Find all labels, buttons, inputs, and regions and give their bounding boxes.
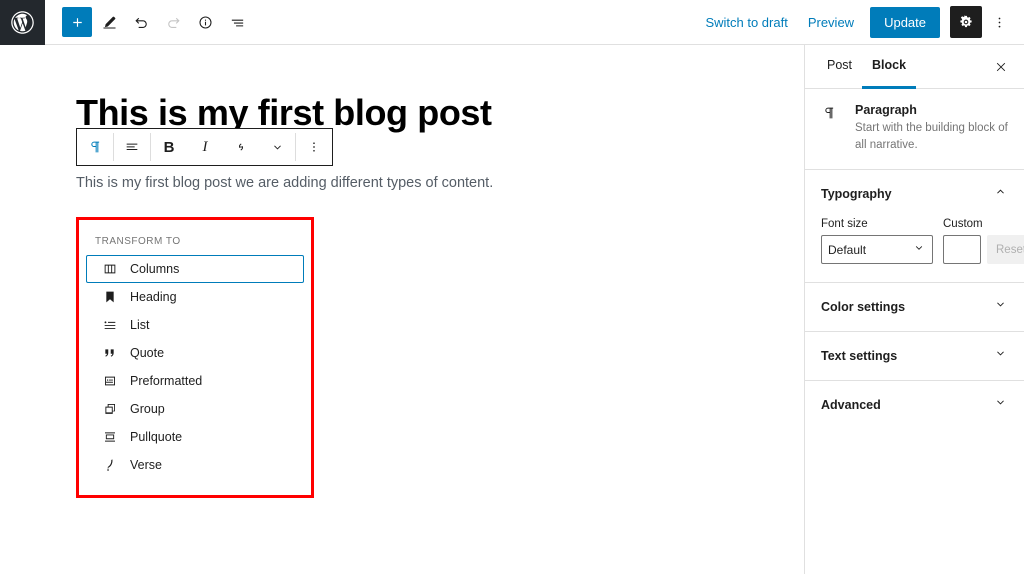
typography-panel-header[interactable]: Typography <box>805 170 1024 218</box>
close-icon[interactable] <box>990 56 1012 78</box>
wordpress-block-editor: Switch to draft Preview Update This is m… <box>0 0 1024 574</box>
editor-canvas: This is my first blog post This is my fi… <box>0 45 804 574</box>
chevron-down-icon <box>993 297 1008 317</box>
transform-item-group[interactable]: Group <box>86 395 304 423</box>
block-name: Paragraph <box>855 103 917 117</box>
wordpress-logo-icon[interactable] <box>0 0 45 45</box>
group-stack-icon <box>101 400 119 418</box>
transform-item-label: List <box>130 318 150 332</box>
bold-icon: B <box>163 138 175 156</box>
settings-sidebar: Post Block Paragraph Start with the buil… <box>804 45 1024 574</box>
chevron-down-icon <box>993 395 1008 415</box>
transform-item-pullquote[interactable]: Pullquote <box>86 423 304 451</box>
transform-item-label: Pullquote <box>130 430 183 444</box>
gear-icon[interactable] <box>950 6 982 38</box>
block-type-button[interactable] <box>77 129 113 165</box>
bold-button[interactable]: B <box>151 129 187 165</box>
block-description: Start with the building block of all nar… <box>855 122 1008 151</box>
tab-post[interactable]: Post <box>817 45 862 89</box>
transform-item-heading[interactable]: Heading <box>86 283 304 311</box>
typography-panel-body: Font size Default Custom Reset <box>805 218 1024 282</box>
advanced-panel-header[interactable]: Advanced <box>805 381 1024 429</box>
preview-button[interactable]: Preview <box>798 9 864 36</box>
heading-bookmark-icon <box>101 288 119 306</box>
block-options-button[interactable] <box>296 129 332 165</box>
reset-button[interactable]: Reset <box>987 235 1024 265</box>
paragraph-block[interactable]: This is my first blog post we are adding… <box>76 172 701 195</box>
typography-panel: Typography Font size Default Custom Rese… <box>805 170 1024 282</box>
add-block-button[interactable] <box>62 7 92 37</box>
sidebar-tabs: Post Block <box>805 45 1024 89</box>
panel-title: Typography <box>821 187 892 202</box>
paragraph-pilcrow-icon <box>821 103 843 153</box>
transform-item-label: Heading <box>130 290 177 304</box>
chevron-down-icon <box>912 241 926 258</box>
editor-top-bar: Switch to draft Preview Update <box>0 0 1024 45</box>
verse-quill-icon <box>101 456 119 474</box>
transform-item-verse[interactable]: Verse <box>86 451 304 479</box>
transform-to-dropdown: TRANSFORM TO Columns Heading List Quote … <box>79 220 311 495</box>
edit-mode-button[interactable] <box>94 7 124 37</box>
transform-item-list[interactable]: List <box>86 311 304 339</box>
list-view-button[interactable] <box>222 7 252 37</box>
panel-title: Text settings <box>821 349 898 364</box>
chevron-down-icon <box>993 346 1008 366</box>
custom-font-size-input[interactable] <box>943 235 981 265</box>
text-settings-panel-header[interactable]: Text settings <box>805 332 1024 380</box>
font-size-value: Default <box>828 242 867 257</box>
update-button[interactable]: Update <box>870 6 940 38</box>
kebab-menu-icon[interactable] <box>984 6 1014 38</box>
transform-to-label: TRANSFORM TO <box>95 236 181 247</box>
columns-icon <box>101 260 119 278</box>
link-button[interactable] <box>223 129 259 165</box>
switch-to-draft-button[interactable]: Switch to draft <box>695 9 797 36</box>
block-toolbar: B I <box>76 128 333 166</box>
transform-item-label: Group <box>130 402 165 416</box>
align-button[interactable] <box>114 129 150 165</box>
undo-button[interactable] <box>126 7 156 37</box>
list-icon <box>101 316 119 334</box>
top-bar-left-tools <box>45 7 252 37</box>
color-settings-panel-header[interactable]: Color settings <box>805 283 1024 331</box>
custom-font-size-label: Custom <box>943 218 983 231</box>
transform-item-preformatted[interactable]: Preformatted <box>86 367 304 395</box>
details-button[interactable] <box>190 7 220 37</box>
more-rich-text-button[interactable] <box>259 129 295 165</box>
top-bar-right-actions: Switch to draft Preview Update <box>695 6 1024 38</box>
font-size-select[interactable]: Default <box>821 235 933 265</box>
font-size-label: Font size <box>821 218 868 231</box>
italic-button[interactable]: I <box>187 129 223 165</box>
pullquote-icon <box>101 428 119 446</box>
italic-icon: I <box>202 138 208 155</box>
preformatted-icon <box>101 372 119 390</box>
transform-item-label: Quote <box>130 346 165 360</box>
panel-title: Advanced <box>821 398 881 413</box>
block-info-card: Paragraph Start with the building block … <box>805 89 1024 171</box>
panel-title: Color settings <box>821 300 906 315</box>
tab-block[interactable]: Block <box>862 45 917 89</box>
transform-item-label: Verse <box>130 458 162 472</box>
transform-item-label: Preformatted <box>130 374 203 388</box>
transform-item-columns[interactable]: Columns <box>86 255 304 283</box>
redo-button[interactable] <box>158 7 188 37</box>
chevron-up-icon <box>993 184 1008 204</box>
quote-marks-icon <box>101 344 119 362</box>
annotation-highlight-box: TRANSFORM TO Columns Heading List Quote … <box>76 217 314 498</box>
transform-item-quote[interactable]: Quote <box>86 339 304 367</box>
transform-item-label: Columns <box>130 262 180 276</box>
